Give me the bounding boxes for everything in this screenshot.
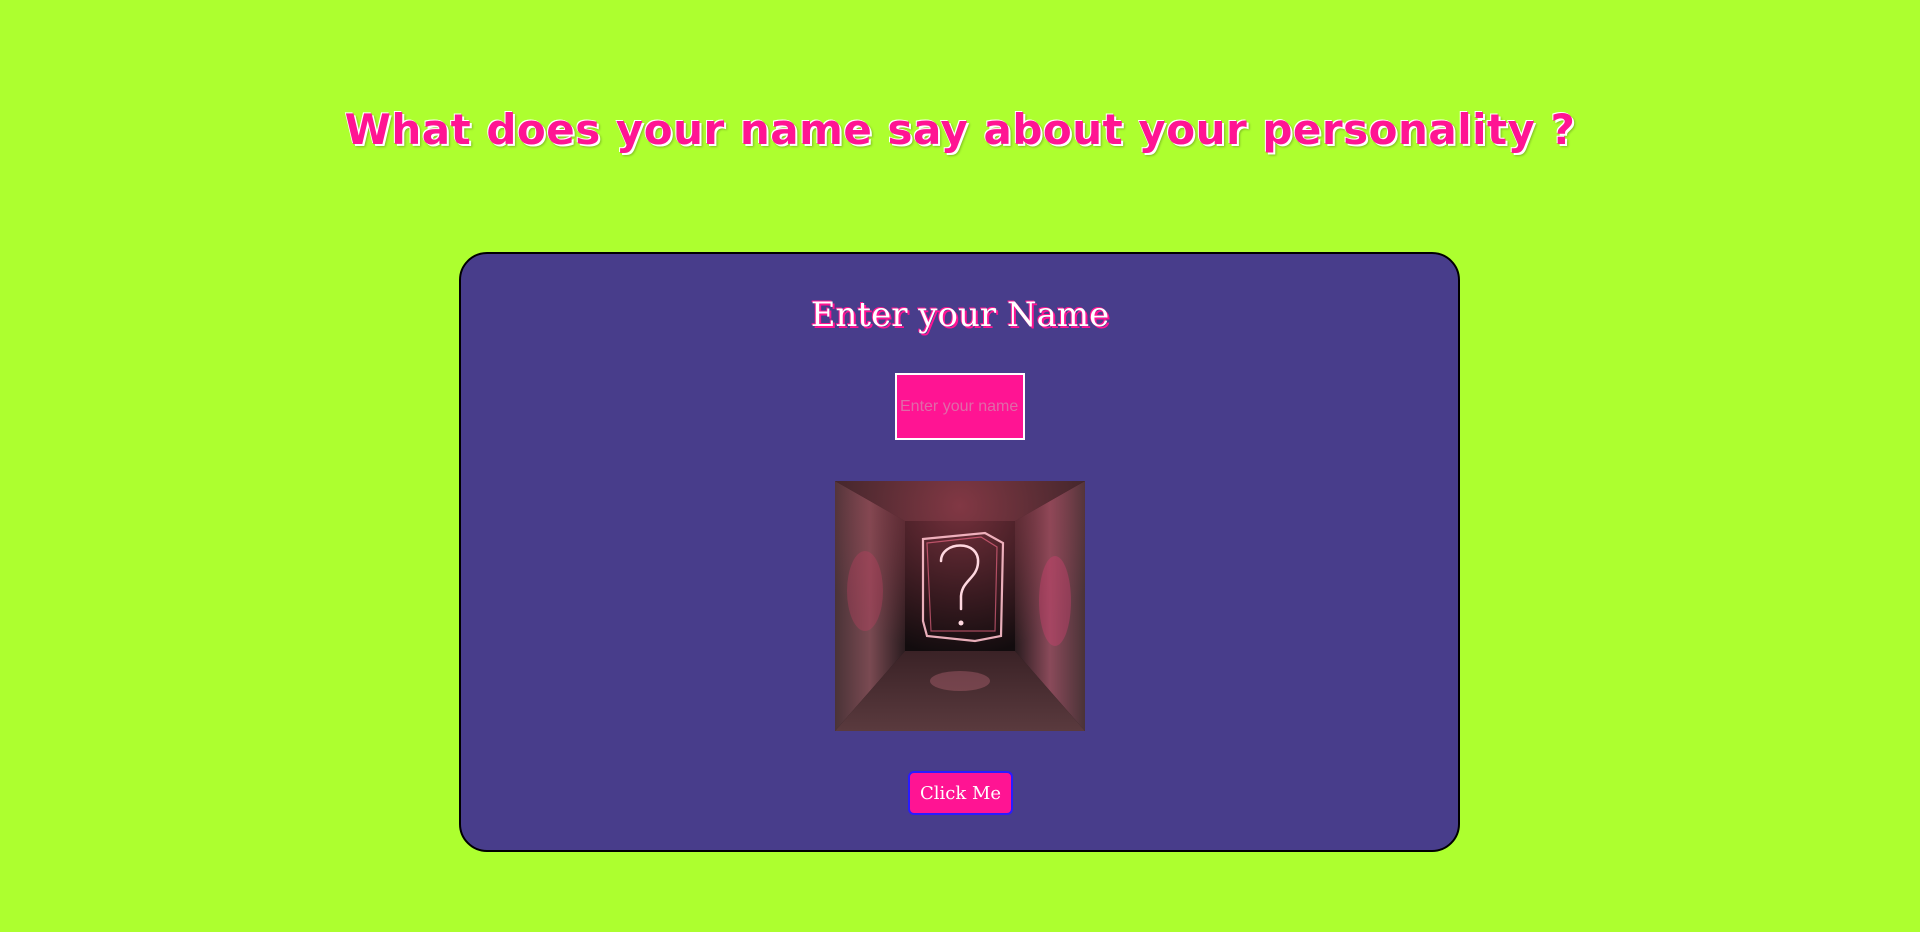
click-me-button[interactable]: Click Me [908, 771, 1013, 815]
question-mark-image [835, 481, 1085, 731]
card-title: Enter your Name [810, 295, 1110, 335]
page: What does your name say about your perso… [0, 0, 1920, 932]
page-title: What does your name say about your perso… [344, 105, 1576, 154]
name-input[interactable] [895, 373, 1025, 440]
